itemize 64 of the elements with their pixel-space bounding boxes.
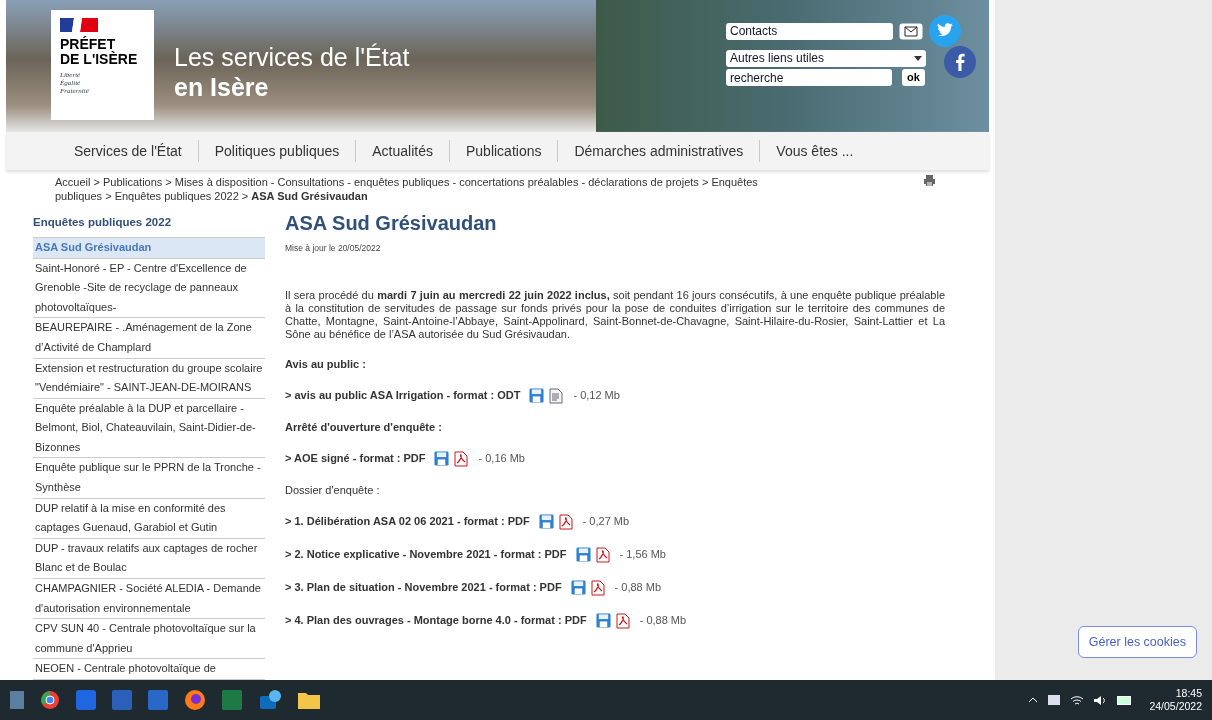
folder-icon[interactable] <box>298 691 320 709</box>
print-icon[interactable] <box>924 174 935 186</box>
update-date: Mise à jour le 20/05/2022 <box>285 241 382 255</box>
document-link[interactable]: > avis au public ASA Irrigation - format : ODT <box>285 389 521 403</box>
sidebar-link[interactable]: DUP relatif à la mise en conformité des captages Guenaud, Garabiol et Gutin <box>33 498 265 539</box>
flag-icon <box>60 18 98 32</box>
facebook-icon[interactable] <box>944 46 976 78</box>
twitter-icon[interactable] <box>929 15 961 47</box>
page-title: ASA Sud Grésivaudan <box>285 210 498 235</box>
nav-link[interactable]: Politiques publiques <box>198 140 356 162</box>
chevron-up-icon[interactable] <box>1028 697 1039 703</box>
breadcrumb: Accueil > Publications > Mises à disposition - Consultations - enquêtes publiques - concertations préalables - déclarations de projets > Enquêtes publiques > Enquêtes publiques 2022 > ASA Sud Grésivaudan <box>55 174 759 203</box>
sidebar-link[interactable]: CPV SUN 40 - Centrale photovoltaïque sur la commune d'Apprieu <box>33 619 265 660</box>
links-dropdown[interactable]: Autres liens utiles <box>726 49 926 67</box>
sidebar-link[interactable]: Extension et restructuration du groupe scolaire "Vendémiaire" - SAINT-JEAN-DE-MOIRANS <box>33 358 265 399</box>
pdf-file-icon[interactable] <box>590 579 605 596</box>
cookie-settings-button[interactable]: Gérer les cookies <box>1077 626 1197 658</box>
contacts-link[interactable]: Contacts <box>726 22 893 40</box>
wifi-icon[interactable] <box>1070 694 1085 706</box>
section-heading: Arrêté d'ouverture d'enquête : <box>285 420 443 434</box>
nav-link[interactable]: Services de l'État <box>58 140 198 162</box>
battery-icon[interactable] <box>1117 695 1132 705</box>
document-link[interactable]: > 4. Plan des ouvrages - Montage borne 4.0 - format : PDF <box>285 614 587 628</box>
pdf-file-icon[interactable] <box>595 546 610 563</box>
search-button[interactable]: ok <box>902 69 925 86</box>
nav-link[interactable]: Vous êtes ... <box>760 140 870 162</box>
pdf-file-icon[interactable] <box>615 612 630 629</box>
logo-text: PRÉFET DE L'ISÈRE <box>60 37 139 67</box>
nav-link[interactable]: Actualités <box>356 140 449 162</box>
pdf-file-icon[interactable] <box>454 450 469 467</box>
sidebar-link[interactable]: Saint-Honoré - EP - Centre d'Excellence de Grenoble -Site de recyclage de panneaux photovoltaïques- <box>33 258 265 319</box>
file-size: - 0,16 Mb <box>478 452 525 466</box>
document-file-icon[interactable] <box>549 387 564 404</box>
speaker-icon[interactable] <box>1094 694 1108 706</box>
sidebar-link[interactable]: CHAMPAGNIER - Société ALEDIA - Demande d'autorisation environnementale <box>33 579 265 620</box>
file-size: - 0,12 Mb <box>573 389 620 403</box>
search-field[interactable]: recherche <box>726 69 892 86</box>
sidebar-link[interactable]: Enquête préalable à la DUP et parcellaire - Belmont, Biol, Chateauvilain, Saint-Didier-de-Bizonnes <box>33 398 265 459</box>
sidebar-link[interactable]: BEAUREPAIRE - .Aménagement de la Zone d’Activité de Champlard <box>33 318 265 359</box>
document-link[interactable]: > 1. Délibération ASA 02 06 2021 - format : PDF <box>285 515 530 529</box>
document-link[interactable]: > 3. Plan de situation - Novembre 2021 - format : PDF <box>285 581 562 595</box>
browser-icon[interactable] <box>40 690 60 710</box>
file-size: - 0,88 Mb <box>614 581 662 595</box>
file-size: - 0,27 Mb <box>582 515 630 529</box>
section-label: Dossier d'enquête : <box>285 483 381 497</box>
document-link[interactable]: > AOE signé - format : PDF <box>285 452 426 466</box>
nav-link[interactable]: Démarches administratives <box>558 140 760 162</box>
site-subtitle: en Isère <box>174 72 270 102</box>
clock-date[interactable]: 24/05/2022 <box>1149 700 1202 713</box>
clock-time[interactable]: 18:45 <box>1175 687 1202 700</box>
sidebar-link[interactable]: Enquête publique sur le PPRN de la Tronche - Synthèse <box>33 458 265 499</box>
intro-paragraph: Il sera procédé du mardi 7 juin au mercredi 22 juin 2022 inclus, soit pendant 16 jours consécutifs, à une enquête publique préalable à la constitution de servitudes de passage sur fonds privés pour la pose de conduites d’irrigation sur le territoire des communes de Chatte, Montagne, Saint-Antoine-l’Abbaye, Saint-Appolinard, Saint-Bonnet-de-Chavagne, Saint-Hilaire-du-Rosier, Saint-Lattier et La Sône au bénéfice de l’ASA autorisée du Sud Grésivaudan. <box>285 288 945 341</box>
sidebar-link[interactable]: ASA Sud Grésivaudan <box>33 237 265 259</box>
sidebar-link[interactable]: DUP - travaux relatifs aux captages de rocher Blanc et de Boulac <box>33 538 265 580</box>
site-title: Les services de l'État <box>174 42 410 72</box>
pdf-file-icon[interactable] <box>558 513 573 530</box>
file-size: - 1,56 Mb <box>619 548 666 562</box>
mail-icon[interactable] <box>899 22 923 40</box>
file-size: - 0,88 Mb <box>639 614 687 628</box>
nav-link[interactable]: Publications <box>449 140 558 162</box>
sidebar-heading: Enquêtes publiques 2022 <box>33 214 265 238</box>
caret-icon <box>914 55 922 61</box>
section-heading: Avis au public : <box>285 357 367 371</box>
document-link[interactable]: > 2. Notice explicative - Novembre 2021 - format : PDF <box>285 548 567 562</box>
